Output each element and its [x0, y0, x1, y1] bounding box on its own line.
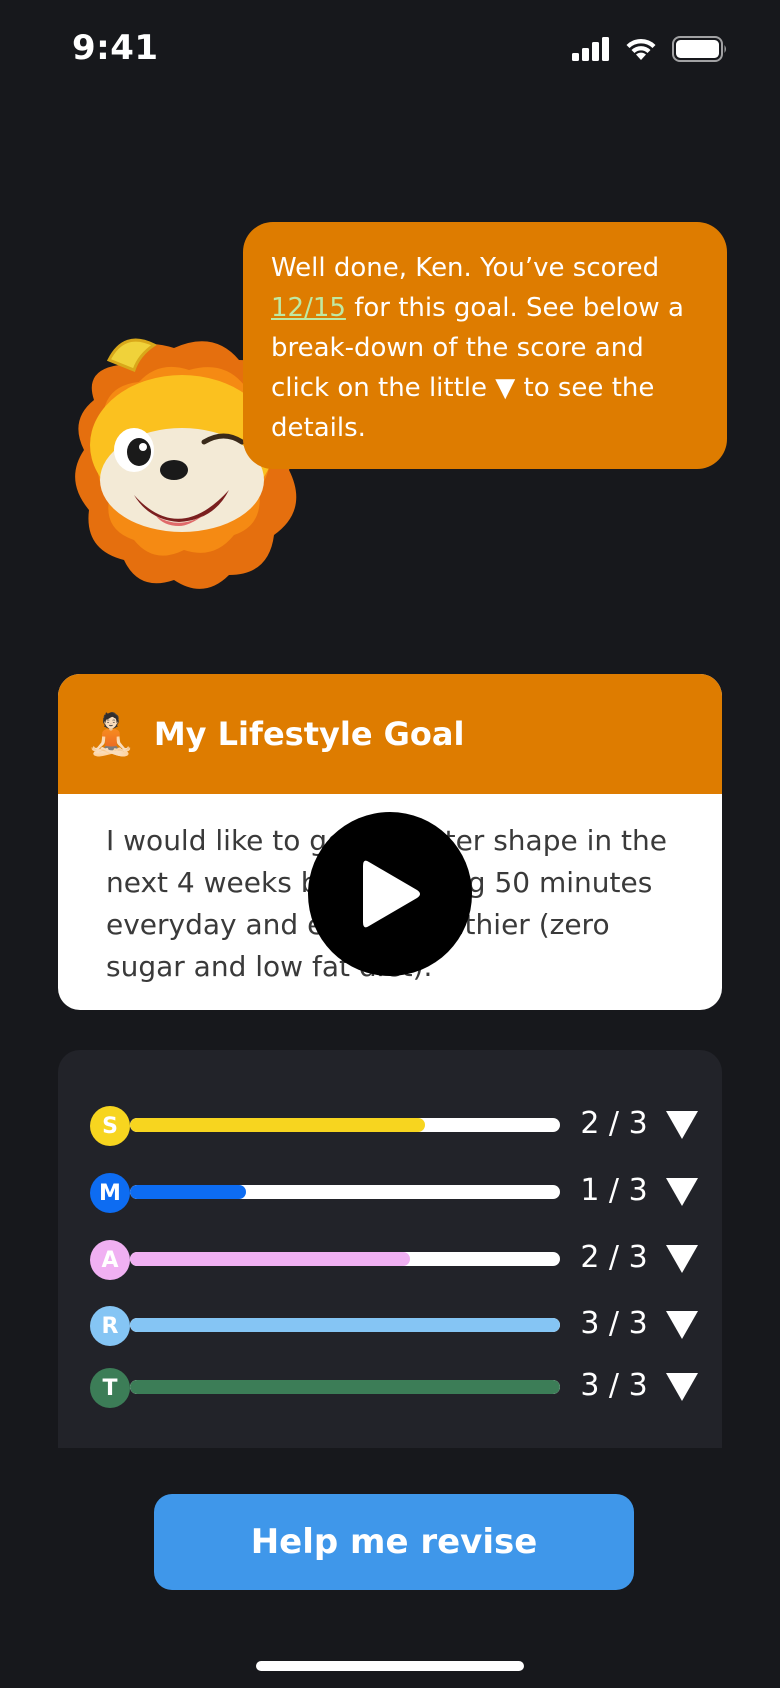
score-progress-track: [130, 1380, 560, 1394]
score-progress-track: [130, 1252, 560, 1266]
bubble-text-intro: Well done, Ken. You’ve scored: [271, 253, 660, 283]
score-progress-fill: [130, 1380, 560, 1394]
triangle-down-icon[interactable]: [664, 1308, 700, 1342]
meditation-emoji-icon: 🧘🏻: [86, 711, 136, 758]
score-letter-badge: S: [90, 1106, 130, 1146]
score-progress-track: [130, 1185, 560, 1199]
bubble-score-link[interactable]: 12/15: [271, 293, 346, 323]
home-indicator: [256, 1661, 524, 1671]
score-value: 3 / 3: [580, 1306, 648, 1341]
goal-card-header: 🧘🏻 My Lifestyle Goal: [58, 674, 722, 794]
score-value: 1 / 3: [580, 1173, 648, 1208]
wifi-icon: [626, 38, 656, 60]
score-progress-track: [130, 1318, 560, 1332]
status-icons: [572, 36, 728, 62]
play-button[interactable]: [308, 812, 472, 976]
score-row-t: T 3 / 3: [90, 1366, 700, 1410]
triangle-down-icon[interactable]: [664, 1242, 700, 1276]
battery-icon: [672, 36, 726, 62]
score-row-s: S 2 / 3: [90, 1104, 700, 1148]
score-progress-track: [130, 1118, 560, 1132]
goal-title: My Lifestyle Goal: [153, 715, 465, 753]
score-value: 2 / 3: [580, 1240, 648, 1275]
score-letter-badge: A: [90, 1240, 130, 1280]
score-letter-badge: M: [90, 1173, 130, 1213]
score-letter-badge: T: [90, 1368, 130, 1408]
score-row-a: A 2 / 3: [90, 1238, 700, 1282]
help-me-revise-button[interactable]: Help me revise: [154, 1494, 634, 1590]
score-letter-badge: R: [90, 1306, 130, 1346]
score-progress-fill: [130, 1252, 410, 1266]
triangle-down-icon[interactable]: [664, 1175, 700, 1209]
cellular-signal-icon: [572, 37, 609, 61]
triangle-down-icon[interactable]: [664, 1108, 700, 1142]
score-progress-fill: [130, 1318, 560, 1332]
play-icon: [363, 860, 420, 928]
status-time: 9:41: [72, 28, 159, 68]
score-progress-fill: [130, 1185, 247, 1199]
score-value: 2 / 3: [580, 1106, 648, 1141]
score-row-r: R 3 / 3: [90, 1304, 700, 1348]
score-progress-fill: [130, 1118, 425, 1132]
score-value: 3 / 3: [580, 1368, 648, 1403]
score-row-m: M 1 / 3: [90, 1171, 700, 1215]
status-bar: 9:41: [0, 0, 780, 100]
score-breakdown-panel: S 2 / 3 M 1 / 3 A 2 / 3 R 3 / 3 T 3 / 3: [58, 1050, 722, 1448]
mascot-speech-bubble: Well done, Ken. You’ve scored 12/15 for …: [243, 222, 727, 469]
triangle-down-icon[interactable]: [664, 1370, 700, 1404]
